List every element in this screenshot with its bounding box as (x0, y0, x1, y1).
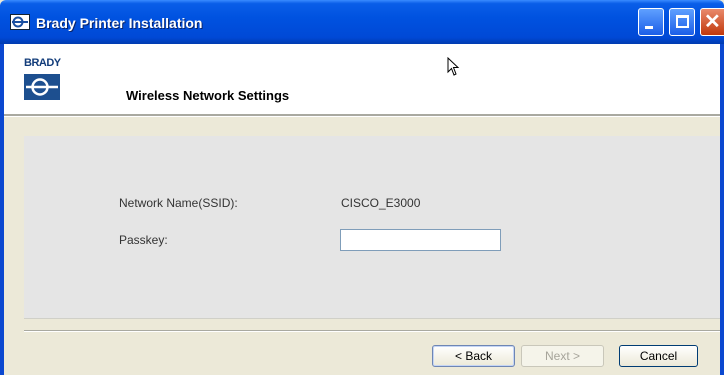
wizard-header (4, 44, 720, 114)
window-title: Brady Printer Installation (36, 15, 203, 31)
close-button[interactable]: ✕ (700, 8, 724, 36)
brady-logo-icon (24, 74, 60, 105)
minimize-icon (645, 26, 653, 29)
page-title: Wireless Network Settings (126, 88, 290, 103)
brady-logo-text: BRADY (24, 57, 61, 69)
header-divider (4, 114, 720, 117)
maximize-button[interactable] (669, 8, 695, 36)
installer-window: Brady Printer Installation ✕ BRADY Wirel… (0, 0, 724, 375)
cancel-button[interactable]: Cancel (619, 345, 698, 367)
close-icon: ✕ (704, 11, 721, 33)
ssid-label: Network Name(SSID): (119, 196, 238, 210)
next-button[interactable]: Next > (521, 345, 604, 367)
mouse-pointer-icon (447, 56, 461, 82)
footer-divider (24, 330, 720, 332)
passkey-input[interactable] (340, 229, 501, 251)
content-panel (24, 136, 720, 319)
window-frame-right (720, 44, 724, 375)
minimize-button[interactable] (638, 8, 664, 36)
ssid-value: CISCO_E3000 (341, 196, 421, 210)
maximize-icon (676, 15, 689, 28)
passkey-label: Passkey: (119, 233, 168, 247)
back-button[interactable]: < Back (432, 345, 515, 367)
brady-app-icon (10, 14, 30, 30)
title-bar[interactable]: Brady Printer Installation ✕ (0, 0, 724, 44)
